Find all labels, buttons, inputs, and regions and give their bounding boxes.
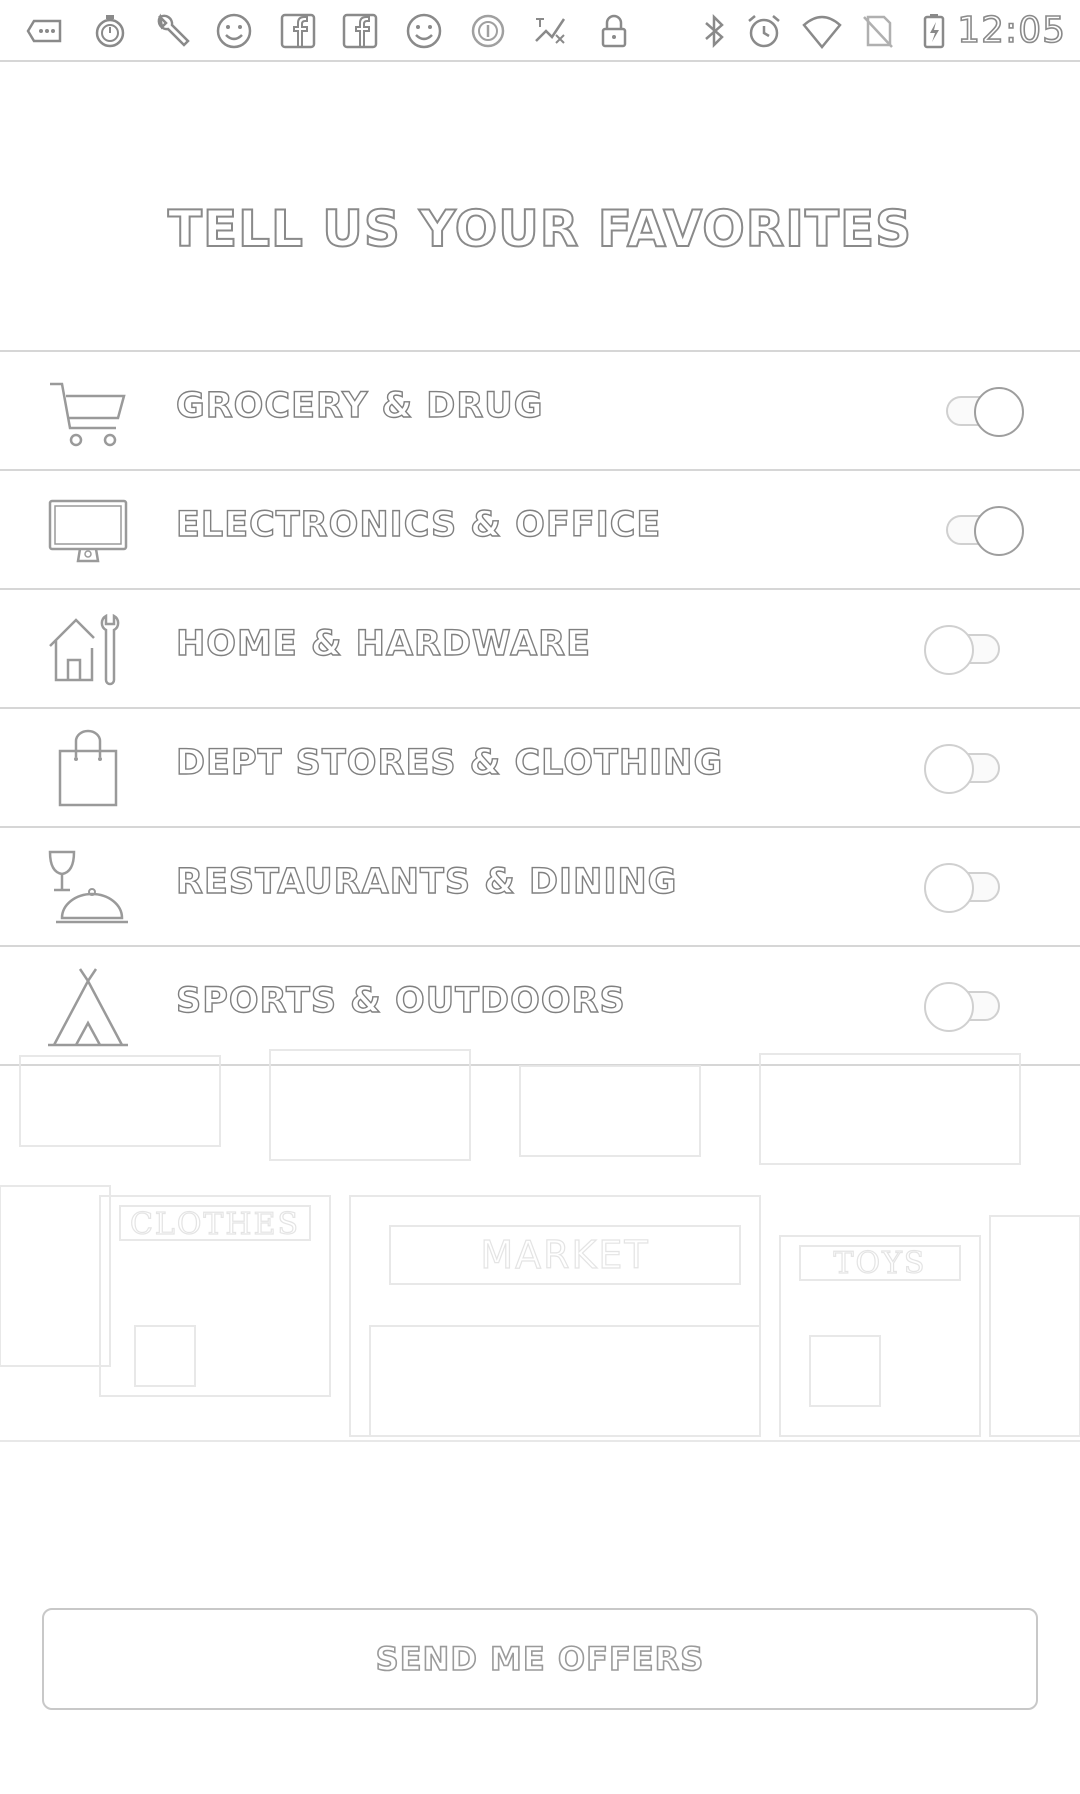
tent-icon — [46, 965, 130, 1049]
home-hardware-icon — [46, 608, 130, 692]
monitor-icon — [46, 489, 130, 573]
category-label: HOME & HARDWARE — [175, 623, 592, 664]
category-label: SPORTS & OUTDOORS — [175, 980, 626, 1021]
facebook-icon-2 — [338, 9, 382, 53]
category-label: ELECTRONICS & OFFICE — [175, 504, 662, 545]
alarm-icon — [742, 9, 786, 53]
send-offers-button[interactable]: SEND ME OFFERS — [42, 1608, 1038, 1710]
app-circle-icon — [466, 9, 510, 53]
status-time: 12:05 — [956, 9, 1066, 52]
smiley-icon-2 — [402, 9, 446, 53]
dining-icon — [46, 846, 130, 930]
lock-icon — [592, 9, 636, 53]
sports-toggle[interactable] — [924, 982, 1008, 1032]
wrench-icon — [150, 9, 194, 53]
fav-app-icon — [528, 9, 572, 53]
no-sim-icon — [856, 9, 900, 53]
list-item[interactable]: RESTAURANTS & DINING — [0, 828, 1080, 947]
grocery-toggle[interactable] — [940, 387, 1024, 437]
dept-stores-toggle[interactable] — [924, 744, 1008, 794]
battery-charging-icon — [912, 9, 956, 53]
list-item[interactable]: HOME & HARDWARE — [0, 590, 1080, 709]
category-label: RESTAURANTS & DINING — [175, 861, 678, 902]
wifi-icon — [800, 9, 844, 53]
status-bar: 12:05 — [0, 0, 1080, 62]
market-sign: MARKET — [480, 1233, 649, 1277]
category-list: GROCERY & DRUG ELECTRONICS & OFFICE HOME… — [0, 350, 1080, 1066]
electronics-toggle[interactable] — [940, 506, 1024, 556]
facebook-icon — [276, 9, 320, 53]
more-apps-icon — [22, 9, 66, 53]
list-item[interactable]: DEPT STORES & CLOTHING — [0, 709, 1080, 828]
category-label: GROCERY & DRUG — [175, 385, 544, 426]
storefront-illustration: CLOTHES MARKET TOYS — [0, 1046, 1080, 1476]
smiley-icon — [212, 9, 256, 53]
shopping-cart-icon — [46, 370, 130, 454]
shopping-bag-icon — [46, 727, 130, 811]
home-hardware-toggle[interactable] — [924, 625, 1008, 675]
category-label: DEPT STORES & CLOTHING — [175, 742, 724, 783]
restaurants-toggle[interactable] — [924, 863, 1008, 913]
page-title: TELL US YOUR FAVORITES — [167, 199, 913, 259]
bluetooth-icon — [692, 9, 736, 53]
clothes-sign: CLOTHES — [130, 1207, 300, 1242]
list-item[interactable]: ELECTRONICS & OFFICE — [0, 471, 1080, 590]
stopwatch-icon — [88, 9, 132, 53]
list-item[interactable]: GROCERY & DRUG — [0, 352, 1080, 471]
toys-sign: TOYS — [834, 1246, 927, 1281]
